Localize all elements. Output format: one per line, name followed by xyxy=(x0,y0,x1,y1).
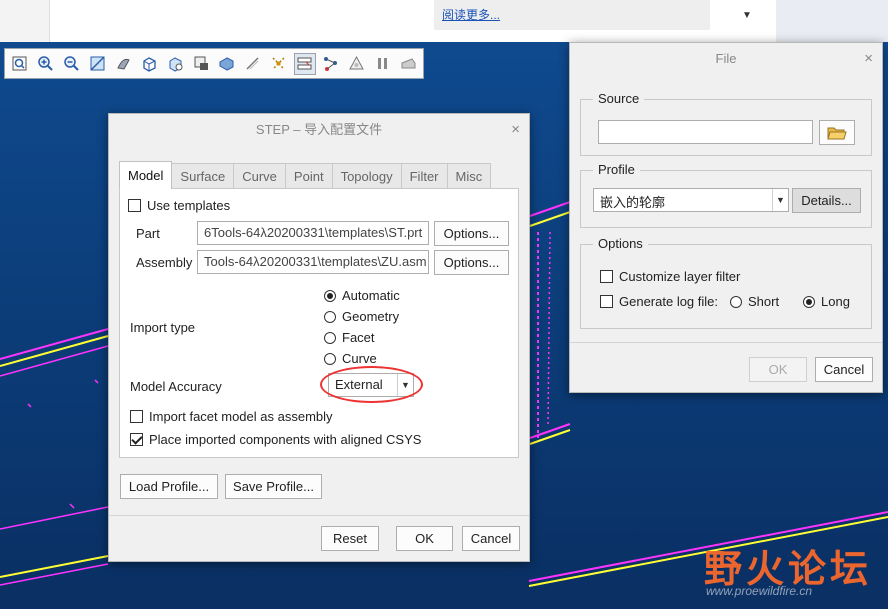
spin-center-icon[interactable] xyxy=(268,53,290,75)
reset-button[interactable]: Reset xyxy=(321,526,379,551)
use-templates-label: Use templates xyxy=(147,198,231,213)
file-footer-divider xyxy=(570,342,882,343)
tab-model[interactable]: Model xyxy=(119,161,173,189)
profile-select[interactable]: 嵌入的轮廓 ▼ xyxy=(593,188,789,212)
save-profile-button[interactable]: Save Profile... xyxy=(225,474,322,499)
radio-short[interactable]: Short xyxy=(730,294,779,309)
details-button[interactable]: Details... xyxy=(792,188,861,213)
model-accuracy-label: Model Accuracy xyxy=(130,379,222,394)
chevron-down-icon[interactable]: ▼ xyxy=(772,189,788,211)
use-templates-checkbox[interactable]: Use templates xyxy=(128,198,230,213)
highlight-annotation xyxy=(320,366,423,403)
file-dialog: File × Source Profile 嵌入的轮廓 ▼ Details...… xyxy=(569,42,883,393)
options-group: Options Customize layer filter Generate … xyxy=(580,236,872,329)
cancel-button[interactable]: Cancel xyxy=(462,526,520,551)
network-icon[interactable] xyxy=(320,53,342,75)
appearance-icon[interactable] xyxy=(345,53,367,75)
repaint-icon[interactable] xyxy=(87,53,109,75)
browser-right-area xyxy=(776,0,888,42)
step-dialog-titlebar: STEP – 导入配置文件 × xyxy=(109,114,529,145)
chevron-down-icon[interactable]: ▼ xyxy=(722,0,772,30)
file-dialog-titlebar: File × xyxy=(570,43,882,74)
profile-group: Profile 嵌入的轮廓 ▼ Details... xyxy=(580,162,872,228)
footer-divider xyxy=(109,515,529,516)
assembly-label: Assembly xyxy=(136,255,193,270)
file-ok-button[interactable]: OK xyxy=(749,357,807,382)
use-templates-box[interactable] xyxy=(128,199,141,212)
customize-layer-filter-checkbox[interactable]: Customize layer filter xyxy=(600,269,740,284)
part-template-field[interactable]: 6Tools-64λ20200331\templates\ST.prt xyxy=(197,221,429,245)
radio-long[interactable]: Long xyxy=(803,294,850,309)
file-dialog-title: File xyxy=(715,51,737,66)
assembly-options-button[interactable]: Options... xyxy=(434,250,509,275)
annotation-display-icon[interactable] xyxy=(293,52,316,75)
radio-facet[interactable]: Facet xyxy=(324,330,375,345)
zoom-out-icon[interactable] xyxy=(61,53,83,75)
radio-automatic[interactable]: Automatic xyxy=(324,288,400,303)
browser-strip: 阅读更多... ▼ xyxy=(0,0,888,42)
step-dialog-title: STEP – 导入配置文件 xyxy=(255,122,383,137)
browser-side-panel xyxy=(0,0,50,42)
tab-topology[interactable]: Topology xyxy=(331,163,402,189)
tab-curve[interactable]: Curve xyxy=(233,163,286,189)
model-tab-panel: Use templates Part 6Tools-64λ20200331\te… xyxy=(119,188,519,458)
tab-filter[interactable]: Filter xyxy=(400,163,448,189)
step-tabs: Model Surface Curve Point Topology Filte… xyxy=(119,161,492,189)
import-facet-label: Import facet model as assembly xyxy=(149,409,333,424)
folder-open-icon xyxy=(827,127,847,139)
forum-watermark: 野火论坛 www.proewildfire.cn xyxy=(704,538,872,598)
place-aligned-label: Place imported components with aligned C… xyxy=(149,432,422,447)
source-group: Source xyxy=(580,91,872,156)
import-type-label: Import type xyxy=(130,320,196,335)
view-manager-icon[interactable] xyxy=(190,53,212,75)
profile-value: 嵌入的轮廓 xyxy=(600,195,666,210)
close-icon[interactable]: × xyxy=(864,43,873,74)
display-style-icon[interactable] xyxy=(138,53,160,75)
ok-button[interactable]: OK xyxy=(396,526,453,551)
tab-surface[interactable]: Surface xyxy=(171,163,235,189)
eraser-icon[interactable] xyxy=(397,53,419,75)
read-more-link[interactable]: 阅读更多... xyxy=(442,6,500,23)
tab-misc[interactable]: Misc xyxy=(446,163,492,189)
options-legend: Options xyxy=(593,236,648,251)
radio-curve[interactable]: Curve xyxy=(324,351,377,366)
close-icon[interactable]: × xyxy=(511,114,520,145)
assembly-template-field[interactable]: Tools-64λ20200331\templates\ZU.asm xyxy=(197,250,429,274)
part-options-button[interactable]: Options... xyxy=(434,221,509,246)
part-label: Part xyxy=(136,226,160,241)
source-field[interactable] xyxy=(598,120,813,144)
import-facet-checkbox[interactable]: Import facet model as assembly xyxy=(130,409,333,424)
source-legend: Source xyxy=(593,91,645,106)
load-profile-button[interactable]: Load Profile... xyxy=(120,474,218,499)
open-folder-button[interactable] xyxy=(819,120,855,145)
tab-point[interactable]: Point xyxy=(284,163,333,189)
datum-display-icon[interactable] xyxy=(242,53,264,75)
saved-views-icon[interactable] xyxy=(164,53,186,75)
watermark-url: www.proewildfire.cn xyxy=(706,584,813,598)
shading-icon[interactable] xyxy=(113,53,135,75)
step-import-dialog: STEP – 导入配置文件 × Model Surface Curve Poin… xyxy=(108,113,530,562)
profile-legend: Profile xyxy=(593,162,640,177)
file-cancel-button[interactable]: Cancel xyxy=(815,357,873,382)
generate-log-file-checkbox[interactable]: Generate log file: xyxy=(600,294,718,309)
pause-icon[interactable] xyxy=(371,53,393,75)
perspective-icon[interactable] xyxy=(216,53,238,75)
zoom-in-icon[interactable] xyxy=(35,53,57,75)
zoom-fit-icon[interactable] xyxy=(9,53,31,75)
radio-geometry[interactable]: Geometry xyxy=(324,309,399,324)
graphics-toolbar xyxy=(4,48,424,79)
place-aligned-checkbox[interactable]: Place imported components with aligned C… xyxy=(130,432,421,447)
